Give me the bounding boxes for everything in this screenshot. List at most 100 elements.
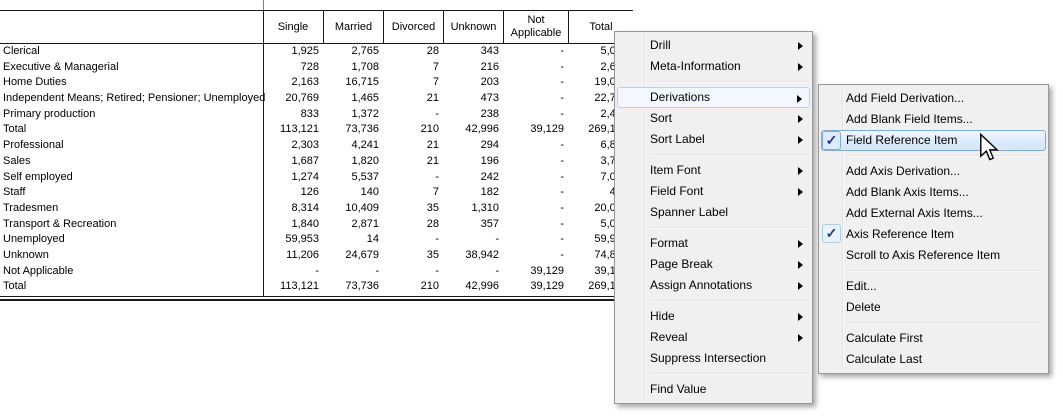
cell-divorced[interactable]: 21 xyxy=(382,91,439,107)
cell-married[interactable]: 1,465 xyxy=(322,91,379,107)
cell-not-applicable[interactable]: 39,129 xyxy=(502,122,564,138)
menu-item-item-font[interactable]: Item Font xyxy=(617,160,810,181)
row-label[interactable]: Independent Means; Retired; Pensioner; U… xyxy=(3,91,265,107)
cell-single[interactable]: 2,163 xyxy=(262,75,319,91)
menu-item-add-field-derivation[interactable]: Add Field Derivation... xyxy=(821,88,1046,109)
cell-divorced[interactable]: 28 xyxy=(382,217,439,233)
cell-unknown[interactable]: 357 xyxy=(442,217,499,233)
cell-unknown[interactable]: 42,996 xyxy=(442,122,499,138)
cell-married[interactable]: 5,537 xyxy=(322,170,379,186)
menu-item-drill[interactable]: Drill xyxy=(617,35,810,56)
cell-single[interactable]: 2,303 xyxy=(262,138,319,154)
cell-unknown[interactable]: 38,942 xyxy=(442,248,499,264)
cell-divorced[interactable]: - xyxy=(382,170,439,186)
row-label[interactable]: Home Duties xyxy=(3,75,67,91)
cell-not-applicable[interactable]: - xyxy=(502,201,564,217)
menu-item-hide[interactable]: Hide xyxy=(617,306,810,327)
row-label[interactable]: Tradesmen xyxy=(3,201,58,217)
cell-married[interactable]: 10,409 xyxy=(322,201,379,217)
row-label[interactable]: Unemployed xyxy=(3,232,65,248)
cell-not-applicable[interactable]: - xyxy=(502,44,564,60)
cell-unknown[interactable]: 196 xyxy=(442,154,499,170)
menu-item-meta-information[interactable]: Meta-Information xyxy=(617,56,810,77)
cell-divorced[interactable]: 21 xyxy=(382,154,439,170)
menu-item-sort[interactable]: Sort xyxy=(617,108,810,129)
menu-item-scroll-to-axis-reference-item[interactable]: Scroll to Axis Reference Item xyxy=(821,245,1046,266)
row-label[interactable]: Executive & Managerial xyxy=(3,60,119,76)
menu-item-add-blank-axis-items[interactable]: Add Blank Axis Items... xyxy=(821,182,1046,203)
cell-unknown[interactable]: - xyxy=(442,264,499,280)
cell-not-applicable[interactable]: - xyxy=(502,75,564,91)
row-label[interactable]: Total xyxy=(3,122,26,138)
menu-item-calculate-last[interactable]: Calculate Last xyxy=(821,349,1046,370)
cell-married[interactable]: 2,765 xyxy=(322,44,379,60)
cell-single[interactable]: 113,121 xyxy=(262,279,319,295)
row-label[interactable]: Staff xyxy=(3,185,25,201)
cell-married[interactable]: 4,241 xyxy=(322,138,379,154)
cell-not-applicable[interactable]: - xyxy=(502,60,564,76)
cell-divorced[interactable]: 210 xyxy=(382,122,439,138)
menu-item-add-blank-field-items[interactable]: Add Blank Field Items... xyxy=(821,109,1046,130)
cell-unknown[interactable]: 42,996 xyxy=(442,279,499,295)
cell-married[interactable]: 1,372 xyxy=(322,107,379,123)
cell-unknown[interactable]: 343 xyxy=(442,44,499,60)
menu-item-edit[interactable]: Edit... xyxy=(821,276,1046,297)
menu-item-format[interactable]: Format xyxy=(617,233,810,254)
cell-divorced[interactable]: 7 xyxy=(382,60,439,76)
cell-unknown[interactable]: - xyxy=(442,232,499,248)
menu-item-axis-reference-item[interactable]: ✓Axis Reference Item xyxy=(821,224,1046,245)
cell-unknown[interactable]: 1,310 xyxy=(442,201,499,217)
cell-single[interactable]: 59,953 xyxy=(262,232,319,248)
cell-divorced[interactable]: - xyxy=(382,232,439,248)
cell-not-applicable[interactable]: - xyxy=(502,91,564,107)
cell-divorced[interactable]: 28 xyxy=(382,44,439,60)
menu-item-add-axis-derivation[interactable]: Add Axis Derivation... xyxy=(821,161,1046,182)
cell-divorced[interactable]: 21 xyxy=(382,138,439,154)
menu-item-find-value[interactable]: Find Value xyxy=(617,379,810,400)
column-header-unknown[interactable]: Unknown xyxy=(443,11,503,43)
row-label[interactable]: Self employed xyxy=(3,170,73,186)
cell-unknown[interactable]: 473 xyxy=(442,91,499,107)
cell-single[interactable]: 1,840 xyxy=(262,217,319,233)
cell-single[interactable]: 1,925 xyxy=(262,44,319,60)
cell-single[interactable]: 113,121 xyxy=(262,122,319,138)
cell-not-applicable[interactable]: 39,129 xyxy=(502,279,564,295)
cell-not-applicable[interactable]: - xyxy=(502,107,564,123)
cell-married[interactable]: 140 xyxy=(322,185,379,201)
menu-item-delete[interactable]: Delete xyxy=(821,297,1046,318)
cell-married[interactable]: 2,871 xyxy=(322,217,379,233)
menu-item-derivations[interactable]: Derivations xyxy=(617,87,810,108)
cell-divorced[interactable]: - xyxy=(382,107,439,123)
cell-unknown[interactable]: 242 xyxy=(442,170,499,186)
cell-single[interactable]: 728 xyxy=(262,60,319,76)
column-header-divorced[interactable]: Divorced xyxy=(383,11,443,43)
menu-item-calculate-first[interactable]: Calculate First xyxy=(821,328,1046,349)
row-label[interactable]: Transport & Recreation xyxy=(3,217,116,233)
row-label[interactable]: Primary production xyxy=(3,107,95,123)
cell-single[interactable]: 126 xyxy=(262,185,319,201)
cell-unknown[interactable]: 238 xyxy=(442,107,499,123)
cell-not-applicable[interactable]: - xyxy=(502,154,564,170)
cell-single[interactable]: 20,769 xyxy=(262,91,319,107)
cell-single[interactable]: 1,274 xyxy=(262,170,319,186)
cell-unknown[interactable]: 203 xyxy=(442,75,499,91)
cell-not-applicable[interactable]: 39,129 xyxy=(502,264,564,280)
row-label[interactable]: Sales xyxy=(3,154,31,170)
row-label[interactable]: Unknown xyxy=(3,248,49,264)
menu-item-spanner-label[interactable]: Spanner Label xyxy=(617,202,810,223)
column-header-married[interactable]: Married xyxy=(323,11,383,43)
menu-item-field-reference-item[interactable]: ✓Field Reference Item xyxy=(821,130,1046,151)
cell-single[interactable]: 833 xyxy=(262,107,319,123)
cell-divorced[interactable]: 7 xyxy=(382,75,439,91)
column-header-single[interactable]: Single xyxy=(263,11,323,43)
menu-item-page-break[interactable]: Page Break xyxy=(617,254,810,275)
menu-item-reveal[interactable]: Reveal xyxy=(617,327,810,348)
cell-not-applicable[interactable]: - xyxy=(502,185,564,201)
cell-married[interactable]: 16,715 xyxy=(322,75,379,91)
cell-married[interactable]: 1,708 xyxy=(322,60,379,76)
cell-not-applicable[interactable]: - xyxy=(502,217,564,233)
cell-single[interactable]: 1,687 xyxy=(262,154,319,170)
cell-unknown[interactable]: 182 xyxy=(442,185,499,201)
menu-item-add-external-axis-items[interactable]: Add External Axis Items... xyxy=(821,203,1046,224)
menu-item-sort-label[interactable]: Sort Label xyxy=(617,129,810,150)
